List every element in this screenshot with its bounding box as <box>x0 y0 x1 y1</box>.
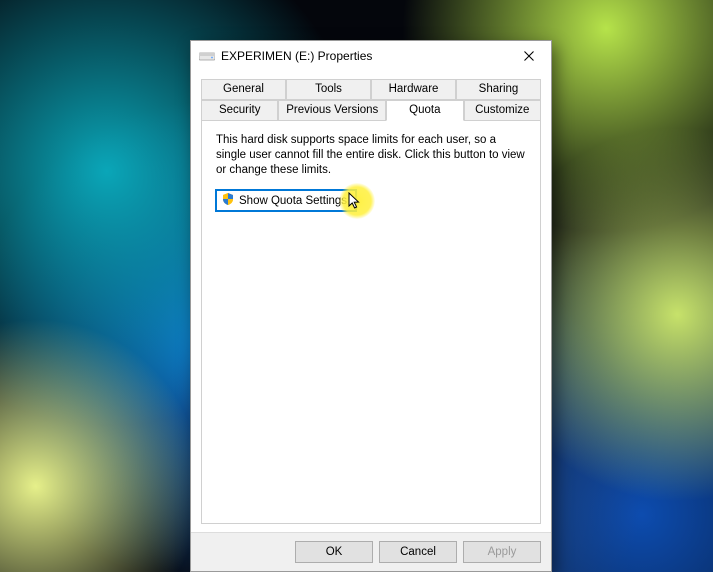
properties-dialog: EXPERIMEN (E:) Properties General Tools … <box>190 40 552 572</box>
ok-button[interactable]: OK <box>295 541 373 563</box>
client-area: General Tools Hardware Sharing Security … <box>191 71 551 532</box>
tab-customize[interactable]: Customize <box>464 100 541 121</box>
close-icon <box>524 51 534 61</box>
tab-tools[interactable]: Tools <box>286 79 371 100</box>
tab-row-1: General Tools Hardware Sharing <box>201 79 541 100</box>
show-quota-settings-label: Show Quota Settings <box>239 195 347 207</box>
apply-button: Apply <box>463 541 541 563</box>
tab-sharing[interactable]: Sharing <box>456 79 541 100</box>
tab-quota[interactable]: Quota <box>386 100 463 121</box>
tab-general[interactable]: General <box>201 79 286 100</box>
tab-row-2: Security Previous Versions Quota Customi… <box>201 100 541 121</box>
tab-security[interactable]: Security <box>201 100 278 121</box>
tabstrip: General Tools Hardware Sharing Security … <box>201 79 541 121</box>
dialog-footer: OK Cancel Apply <box>191 532 551 571</box>
window-title: EXPERIMEN (E:) Properties <box>221 49 509 63</box>
close-button[interactable] <box>509 42 549 70</box>
show-quota-settings-button[interactable]: Show Quota Settings <box>216 190 356 211</box>
tab-hardware[interactable]: Hardware <box>371 79 456 100</box>
drive-icon <box>199 50 215 62</box>
cancel-button[interactable]: Cancel <box>379 541 457 563</box>
quota-description: This hard disk supports space limits for… <box>216 133 526 178</box>
desktop-wallpaper: EXPERIMEN (E:) Properties General Tools … <box>0 0 713 572</box>
shield-icon <box>221 192 235 209</box>
titlebar[interactable]: EXPERIMEN (E:) Properties <box>191 41 551 71</box>
tab-previous-versions[interactable]: Previous Versions <box>278 100 386 121</box>
quota-panel: This hard disk supports space limits for… <box>201 120 541 524</box>
